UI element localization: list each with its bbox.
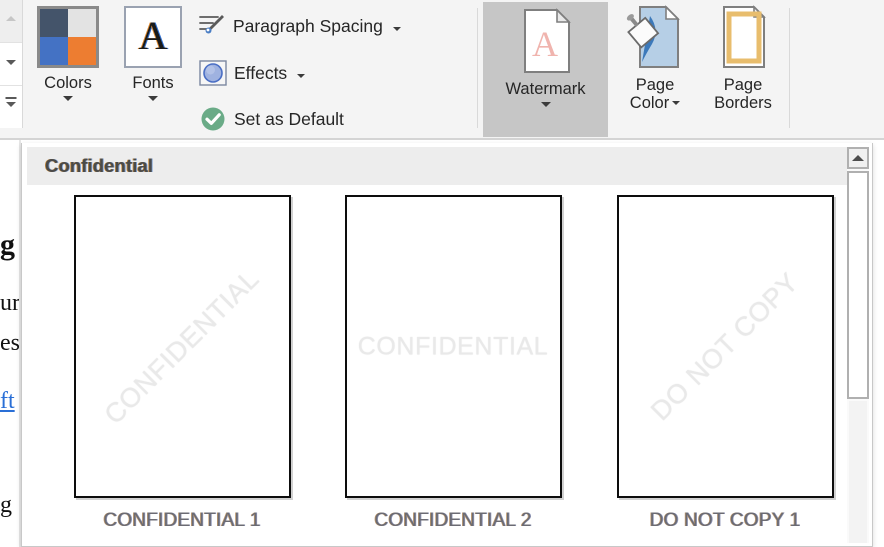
- ribbon-bottom-border: [0, 138, 884, 140]
- group-separator: [789, 8, 790, 128]
- chevron-down-icon: [672, 101, 680, 105]
- scrollbar-up-button[interactable]: [847, 147, 869, 169]
- watermark-thumbnail[interactable]: CONFIDENTIAL: [345, 195, 562, 498]
- chevron-down-icon: [393, 27, 401, 31]
- style-gallery-more-button[interactable]: [0, 86, 22, 128]
- set-as-default-icon: [199, 105, 227, 133]
- svg-text:A: A: [532, 24, 558, 64]
- chevron-down-icon: [297, 74, 305, 78]
- watermark-preview-text: DO NOT COPY: [645, 267, 805, 427]
- document-sliver: g ur es ft g: [0, 140, 21, 547]
- chevron-down-icon: [6, 60, 16, 65]
- fonts-button[interactable]: A Fonts: [116, 6, 190, 101]
- set-as-default-label: Set as Default: [234, 109, 344, 130]
- set-as-default-button[interactable]: Set as Default: [199, 105, 344, 133]
- gallery-section-header: Confidential: [27, 147, 847, 185]
- chevron-down-icon: [63, 96, 73, 101]
- gallery-item-label: DO NOT COPY 1: [600, 510, 850, 532]
- chevron-down-icon: [541, 102, 551, 107]
- watermark-gallery-panel: Confidential CONFIDENTIAL CONFIDENTIAL 1…: [21, 143, 873, 547]
- style-gallery-scroll: [0, 0, 23, 128]
- chevron-up-icon: [6, 16, 16, 21]
- page-color-line2: Color: [630, 95, 669, 113]
- gallery-section-title: Confidential: [45, 155, 153, 177]
- effects-icon: [199, 59, 227, 87]
- screen-root: Colors A Fonts: [0, 0, 884, 547]
- paragraph-spacing-button[interactable]: Paragraph Spacing: [198, 12, 401, 40]
- watermark-button-label: Watermark: [483, 81, 608, 99]
- gallery-item-label: CONFIDENTIAL 2: [328, 510, 578, 532]
- watermark-icon: A: [483, 8, 608, 79]
- style-gallery-scroll-down-button[interactable]: [0, 43, 22, 86]
- chevron-down-icon: [6, 102, 16, 107]
- style-gallery-scroll-up-button[interactable]: [0, 0, 22, 43]
- page-color-button[interactable]: Page Color: [615, 4, 695, 112]
- gallery-item-label: CONFIDENTIAL 1: [57, 510, 307, 532]
- page-color-icon: [615, 4, 695, 75]
- fonts-button-label: Fonts: [116, 75, 190, 93]
- page-borders-button[interactable]: Page Borders: [700, 4, 786, 112]
- theme-fonts-icon: A: [124, 6, 182, 68]
- watermark-gallery-items: CONFIDENTIAL CONFIDENTIAL 1 CONFIDENTIAL…: [22, 195, 848, 547]
- doc-fragment-link[interactable]: ft: [0, 388, 15, 415]
- page-borders-icon: [700, 4, 786, 75]
- chevron-down-icon: [148, 96, 158, 101]
- doc-fragment: g: [0, 492, 12, 519]
- scrollbar-thumb[interactable]: [847, 171, 869, 399]
- colors-button[interactable]: Colors: [28, 6, 108, 101]
- paragraph-spacing-label: Paragraph Spacing: [233, 16, 383, 37]
- doc-fragment: ur: [0, 290, 20, 317]
- gallery-item-do-not-copy-1[interactable]: DO NOT COPY DO NOT COPY 1: [600, 195, 850, 532]
- scroll-up-arrow-icon: [852, 155, 864, 161]
- overline-icon: [6, 97, 17, 99]
- scrollbar-track[interactable]: [849, 401, 867, 543]
- doc-fragment: g: [0, 228, 15, 262]
- theme-colors-icon: [37, 6, 99, 68]
- paragraph-spacing-icon: [198, 12, 226, 40]
- gallery-item-confidential-1[interactable]: CONFIDENTIAL CONFIDENTIAL 1: [57, 195, 307, 532]
- gallery-item-confidential-2[interactable]: CONFIDENTIAL CONFIDENTIAL 2: [328, 195, 578, 532]
- watermark-thumbnail[interactable]: DO NOT COPY: [617, 195, 834, 498]
- doc-fragment: es: [0, 330, 20, 357]
- effects-button[interactable]: Effects: [199, 59, 305, 87]
- watermark-thumbnail[interactable]: CONFIDENTIAL: [74, 195, 291, 498]
- page-borders-line2: Borders: [700, 95, 786, 113]
- page-borders-line1: Page: [700, 77, 786, 95]
- watermark-preview-text: CONFIDENTIAL: [98, 263, 265, 430]
- page-color-line1: Page: [615, 77, 695, 95]
- ribbon: Colors A Fonts: [0, 0, 884, 140]
- effects-label: Effects: [234, 63, 287, 84]
- watermark-button[interactable]: A Watermark: [483, 2, 608, 137]
- group-separator: [477, 8, 478, 128]
- gallery-scrollbar[interactable]: [847, 147, 869, 543]
- colors-button-label: Colors: [28, 75, 108, 93]
- font-a-glyph: A: [126, 16, 180, 56]
- watermark-preview-text: CONFIDENTIAL: [358, 332, 549, 361]
